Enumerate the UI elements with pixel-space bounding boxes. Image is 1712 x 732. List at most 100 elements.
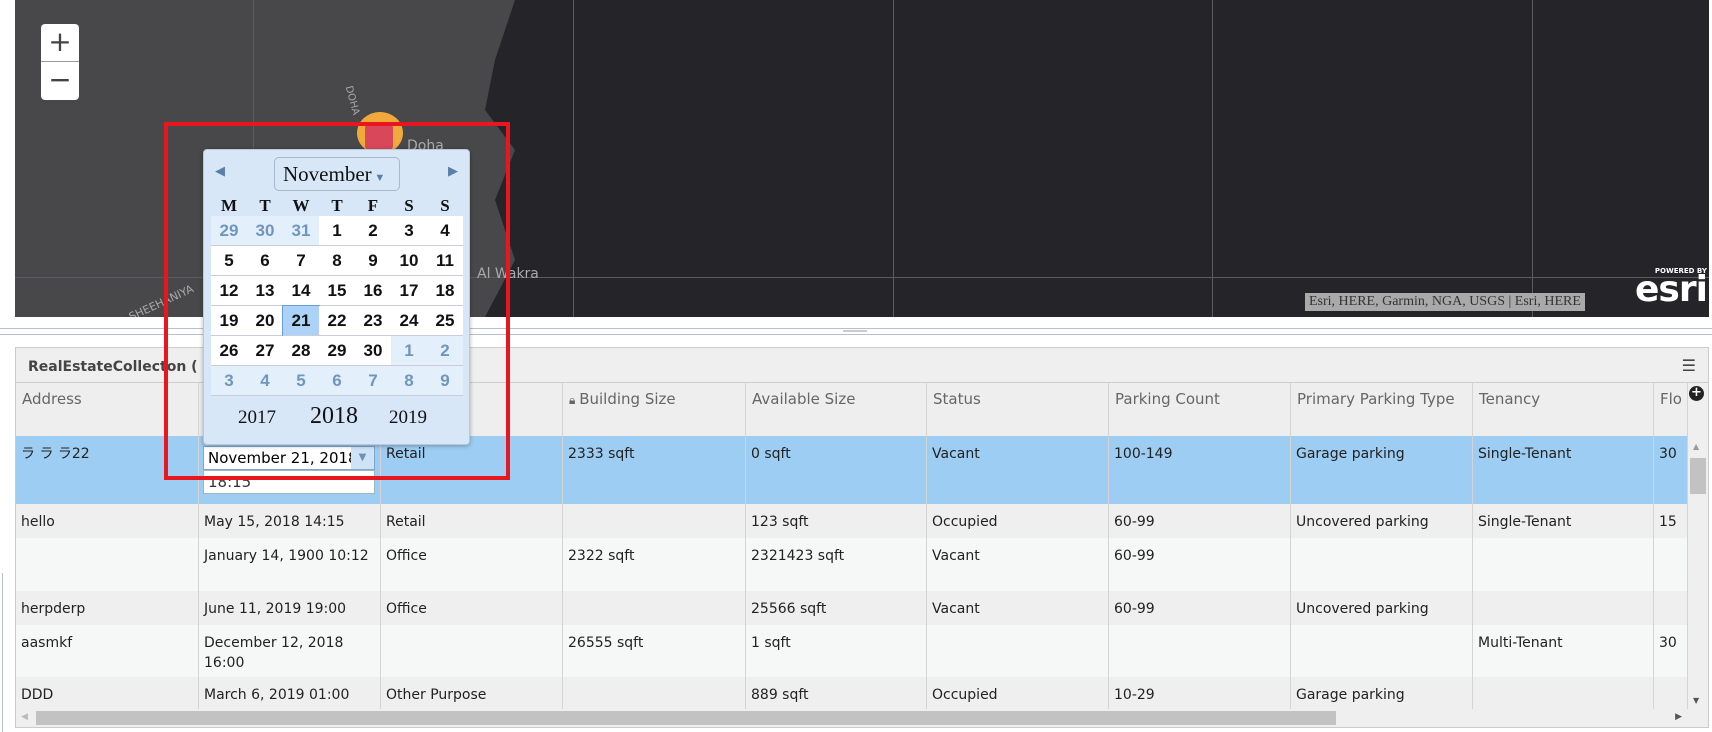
table-cell[interactable]: March 6, 2019 01:00 (199, 677, 381, 711)
horizontal-scrollbar[interactable]: ◀ ▶ (16, 709, 1688, 727)
table-cell[interactable] (1473, 677, 1654, 711)
table-cell[interactable] (927, 625, 1109, 677)
table-menu-icon[interactable]: ☰ (1682, 356, 1696, 375)
table-cell[interactable]: 100-149 (1109, 436, 1291, 504)
table-cell[interactable] (1109, 625, 1291, 677)
table-cell[interactable]: Office (381, 538, 563, 591)
table-cell[interactable]: Single-Tenant (1473, 504, 1654, 538)
table-cell[interactable]: 60-99 (1109, 538, 1291, 591)
table-cell[interactable] (563, 504, 746, 538)
table-cell[interactable]: Vacant (927, 436, 1109, 504)
map-attribution: Esri, HERE, Garmin, NGA, USGS | Esri, HE… (1305, 293, 1585, 311)
table-cell[interactable]: Retail (381, 504, 563, 538)
table-cell[interactable]: 30 (1654, 436, 1688, 504)
column-header-label: Primary Parking Type (1297, 390, 1455, 408)
table-cell[interactable] (1473, 538, 1654, 591)
table-cell[interactable]: 1 sqft (746, 625, 927, 677)
table-cell[interactable]: Vacant (927, 538, 1109, 591)
table-cell[interactable]: 0 sqft (746, 436, 927, 504)
column-header-label: Tenancy (1479, 390, 1541, 408)
zoom-in-button[interactable]: + (41, 24, 79, 62)
table-cell[interactable]: 2321423 sqft (746, 538, 927, 591)
column-header[interactable]: Tenancy (1473, 383, 1654, 436)
table-cell[interactable]: 26555 sqft (563, 625, 746, 677)
table-cell[interactable]: Uncovered parking (1291, 591, 1473, 625)
vertical-scrollbar[interactable]: ▲ ▼ (1688, 436, 1708, 711)
column-header-label: Building Size (579, 390, 676, 408)
table-cell[interactable]: DDD (16, 677, 199, 711)
table-cell[interactable]: 10-29 (1109, 677, 1291, 711)
table-cell[interactable]: Occupied (927, 677, 1109, 711)
grid-line (1532, 0, 1533, 317)
scroll-thumb[interactable] (36, 711, 1336, 725)
column-header[interactable]: 🔒︎ Building Size (563, 383, 746, 436)
column-header-label: Parking Count (1115, 390, 1220, 408)
table-cell[interactable]: May 15, 2018 14:15 (199, 504, 381, 538)
column-header[interactable]: Primary Parking Type (1291, 383, 1473, 436)
table-cell[interactable] (16, 538, 199, 591)
table-cell[interactable]: aasmkf (16, 625, 199, 677)
table-cell[interactable]: 30 (1654, 625, 1688, 677)
table-cell[interactable]: 123 sqft (746, 504, 927, 538)
table-cell[interactable]: Single-Tenant (1473, 436, 1654, 504)
table-cell[interactable] (563, 591, 746, 625)
panel-edge (2, 573, 3, 732)
table-cell[interactable] (1654, 538, 1688, 591)
table-cell[interactable]: Occupied (927, 504, 1109, 538)
table-cell[interactable]: Multi-Tenant (1473, 625, 1654, 677)
table-cell[interactable] (1473, 591, 1654, 625)
table-cell[interactable]: January 14, 1900 10:12 (199, 538, 381, 591)
table-cell[interactable]: 15 (1654, 504, 1688, 538)
scroll-down-arrow-icon[interactable]: ▼ (1693, 696, 1699, 705)
column-header-label: Available Size (752, 390, 856, 408)
scroll-right-arrow-icon[interactable]: ▶ (1675, 712, 1682, 722)
table-row[interactable]: January 14, 1900 10:12 Office 2322 sqft 232… (16, 538, 1688, 591)
table-cell[interactable]: Office (381, 591, 563, 625)
table-cell[interactable] (1654, 591, 1688, 625)
table-cell[interactable]: hello (16, 504, 199, 538)
column-header[interactable]: Available Size (746, 383, 927, 436)
table-cell[interactable]: Garage parking (1291, 436, 1473, 504)
zoom-control: + − (41, 24, 79, 100)
table-row[interactable]: herpderp June 11, 2019 19:00 Office 25566 s… (16, 591, 1688, 625)
table-cell[interactable]: 2333 sqft (563, 436, 746, 504)
highlight-annotation-box (164, 122, 510, 480)
table-cell[interactable]: Vacant (927, 591, 1109, 625)
column-header-label: Address (22, 390, 82, 408)
table-cell[interactable]: 2322 sqft (563, 538, 746, 591)
table-cell[interactable]: Garage parking (1291, 677, 1473, 711)
column-header-label: Flo (1660, 390, 1682, 408)
table-cell[interactable]: June 11, 2019 19:00 (199, 591, 381, 625)
scroll-left-arrow-icon[interactable]: ◀ (21, 712, 28, 722)
table-cell[interactable] (563, 677, 746, 711)
column-header[interactable]: Flo (1654, 383, 1688, 436)
table-cell[interactable] (1291, 625, 1473, 677)
esri-logo: POWERED BY esri (1635, 267, 1708, 310)
table-cell[interactable]: 60-99 (1109, 504, 1291, 538)
scroll-up-arrow-icon[interactable]: ▲ (1693, 442, 1699, 451)
grid-line (893, 0, 894, 317)
table-cell[interactable]: 60-99 (1109, 591, 1291, 625)
table-cell[interactable]: Uncovered parking (1291, 504, 1473, 538)
table-cell[interactable]: 25566 sqft (746, 591, 927, 625)
splitter-handle[interactable] (843, 330, 867, 332)
table-cell[interactable]: 889 sqft (746, 677, 927, 711)
esri-wordmark: esri (1635, 269, 1708, 310)
table-cell[interactable] (1291, 538, 1473, 591)
grid-line (1212, 0, 1213, 317)
table-cell[interactable] (381, 625, 563, 677)
table-row[interactable]: DDD March 6, 2019 01:00 Other Purpose 889 s… (16, 677, 1688, 711)
scroll-thumb[interactable] (1690, 458, 1706, 494)
column-header-label: Status (933, 390, 981, 408)
zoom-out-button[interactable]: − (41, 62, 79, 100)
table-row[interactable]: hello May 15, 2018 14:15 Retail 123 sqft Occ… (16, 504, 1688, 538)
table-cell[interactable] (1654, 677, 1688, 711)
table-cell[interactable]: December 12, 2018 16:00 (199, 625, 381, 677)
column-header[interactable]: Parking Count (1109, 383, 1291, 436)
table-cell[interactable]: Other Purpose (381, 677, 563, 711)
column-header[interactable]: Status (927, 383, 1109, 436)
grid-line (573, 0, 574, 317)
table-row[interactable]: aasmkf December 12, 2018 16:00 26555 sqft 1… (16, 625, 1688, 677)
add-column-icon[interactable]: + (1689, 386, 1704, 401)
table-cell[interactable]: herpderp (16, 591, 199, 625)
